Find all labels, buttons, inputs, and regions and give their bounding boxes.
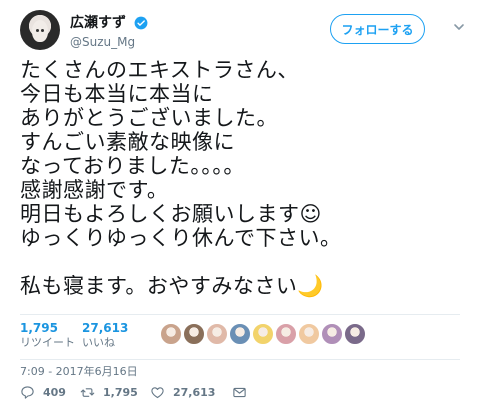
direct-message-button[interactable] — [232, 385, 247, 400]
retweet-count: 1,795 — [103, 386, 138, 399]
tweet-card: 広瀬すず @Suzu_Mg フォローする たくさんのエキストラさん、 今日も本当… — [0, 0, 480, 409]
avatar-eye-right — [41, 29, 44, 32]
avatar[interactable] — [20, 10, 60, 50]
retweet-stat-count: 1,795 — [20, 321, 58, 335]
tweet-timestamp[interactable]: 7:09 - 2017年6月16日 — [20, 363, 138, 379]
retweet-stat[interactable]: 1,795 リツイート — [20, 321, 75, 350]
tweet-header: 広瀬すず @Suzu_Mg フォローする — [20, 10, 470, 55]
like-button[interactable]: 27,613 — [150, 385, 215, 400]
liker-avatar[interactable] — [321, 323, 343, 345]
reply-icon — [21, 386, 34, 399]
liker-avatar[interactable] — [229, 323, 251, 345]
avatar-face — [32, 20, 48, 42]
avatar-eye-left — [36, 29, 39, 32]
retweet-stat-label: リツイート — [20, 336, 75, 349]
display-name[interactable]: 広瀬すず — [70, 14, 126, 32]
envelope-icon — [233, 387, 246, 398]
liker-avatar[interactable] — [298, 323, 320, 345]
liker-avatar[interactable] — [206, 323, 228, 345]
retweet-button[interactable]: 1,795 — [80, 385, 138, 400]
user-handle[interactable]: @Suzu_Mg — [70, 34, 148, 50]
like-stat-label: いいね — [82, 336, 115, 349]
liker-avatar[interactable] — [252, 323, 274, 345]
tweet-actions: 409 1,795 27,613 — [20, 382, 460, 406]
like-stat[interactable]: 27,613 いいね — [82, 321, 128, 350]
verified-badge-icon — [134, 16, 148, 29]
heart-icon — [151, 387, 164, 399]
tweet-stats: 1,795 リツイート 27,613 いいね — [20, 314, 460, 360]
liker-avatar[interactable] — [275, 323, 297, 345]
reply-count: 409 — [43, 386, 66, 399]
retweet-icon — [80, 388, 95, 397]
chevron-down-icon[interactable] — [452, 20, 466, 34]
reply-button[interactable]: 409 — [20, 385, 66, 400]
liker-avatar[interactable] — [160, 323, 182, 345]
liker-avatar[interactable] — [183, 323, 205, 345]
like-count: 27,613 — [173, 386, 216, 399]
liker-avatar[interactable] — [344, 323, 366, 345]
tweet-text: たくさんのエキストラさん、 今日も本当に本当に ありがとうございました。 すんご… — [20, 58, 342, 298]
like-stat-count: 27,613 — [82, 321, 129, 335]
user-info[interactable]: 広瀬すず @Suzu_Mg — [70, 12, 148, 50]
follow-button[interactable]: フォローする — [330, 14, 425, 44]
